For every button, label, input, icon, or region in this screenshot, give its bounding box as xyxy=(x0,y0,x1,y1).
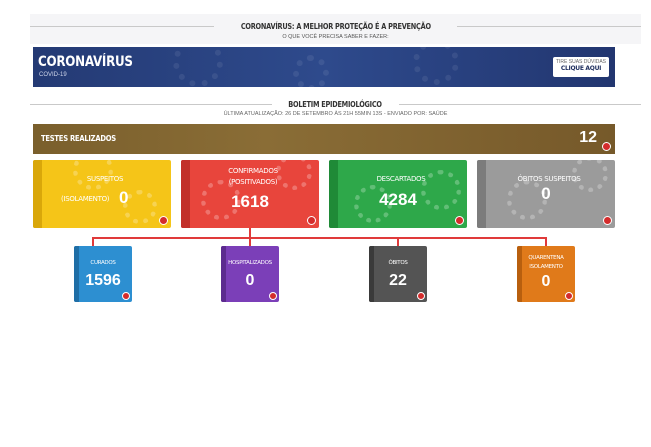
tests-label: TESTES REALIZADOS xyxy=(41,134,116,143)
info-badge-icon[interactable] xyxy=(307,216,316,225)
virus-decoration-icon xyxy=(293,55,329,87)
info-badge-icon[interactable] xyxy=(159,216,168,225)
card-value: 0 xyxy=(245,272,255,289)
info-badge-icon[interactable] xyxy=(565,292,573,300)
divider xyxy=(30,103,273,105)
info-badge-icon[interactable] xyxy=(603,216,612,225)
connector-line xyxy=(545,237,547,246)
divider xyxy=(457,25,641,27)
card-hospitalized: HOSPITALIZADOS 0 xyxy=(221,246,279,302)
doubts-button-label: CLIQUE AQUI xyxy=(560,65,602,72)
banner-title: CORONAVÍRUS xyxy=(38,54,133,70)
card-label: QUARENTENA xyxy=(528,255,564,261)
bulletin-heading: BOLETIM EPIDEMIOLÓGICO xyxy=(30,98,641,110)
card-value: 0 xyxy=(541,273,551,290)
divider xyxy=(398,103,641,105)
connector-line xyxy=(92,237,547,239)
tests-performed-bar: TESTES REALIZADOS 12 xyxy=(33,124,615,154)
divider xyxy=(30,25,214,27)
card-suspects: SUSPEITOS (ISOLAMENTO) 0 xyxy=(33,160,171,228)
card-label: DESCARTADOS xyxy=(376,175,426,183)
card-discarded: DESCARTADOS 4284 xyxy=(329,160,467,228)
virus-decoration-icon xyxy=(173,47,223,87)
card-value: 4284 xyxy=(379,190,417,209)
page-subtitle: O QUE VOCÊ PRECISA SABER E FAZER: xyxy=(282,34,389,40)
card-label: ÓBITOS SUSPEITOS xyxy=(517,175,581,183)
card-suspected-deaths: ÓBITOS SUSPEITOS 0 xyxy=(477,160,615,228)
bulletin-update-info: ÚLTIMA ATUALIZAÇÃO: 26 DE SETEMBRO ÀS 21… xyxy=(223,111,448,117)
card-quarantine: QUARENTENA ISOLAMENTO 0 xyxy=(517,246,575,302)
bulletin-title: BOLETIM EPIDEMIOLÓGICO xyxy=(288,99,383,109)
info-badge-icon[interactable] xyxy=(269,292,277,300)
card-label: CURADOS xyxy=(90,260,116,266)
card-value: 0 xyxy=(541,184,551,203)
top-heading: CORONAVÍRUS: A MELHOR PROTEÇÃO É A PREVE… xyxy=(30,20,641,32)
doubts-button[interactable]: TIRE SUAS DÚVIDAS CLIQUE AQUI xyxy=(553,57,609,77)
card-value: 0 xyxy=(119,188,129,207)
card-label: CONFIRMADOS xyxy=(228,167,278,175)
virus-decoration-icon xyxy=(413,47,459,85)
connector-line xyxy=(249,237,251,246)
info-badge-icon[interactable] xyxy=(417,292,425,300)
card-label: HOSPITALIZADOS xyxy=(228,260,272,266)
connector-line xyxy=(92,237,94,246)
info-badge-icon[interactable] xyxy=(455,216,464,225)
page-title: CORONAVÍRUS: A MELHOR PROTEÇÃO É A PREVE… xyxy=(240,21,431,31)
card-label-secondary: (ISOLAMENTO) xyxy=(61,195,110,203)
info-badge-icon[interactable] xyxy=(602,142,611,151)
info-badge-icon[interactable] xyxy=(122,292,130,300)
card-value: 1618 xyxy=(231,192,269,211)
card-value: 22 xyxy=(389,272,407,289)
card-deaths: ÓBITOS 22 xyxy=(369,246,427,302)
card-label: ÓBITOS xyxy=(388,260,408,266)
connector-line xyxy=(397,237,399,246)
card-confirmed: CONFIRMADOS (POSITIVADOS) 1618 xyxy=(181,160,319,228)
card-label-secondary: ISOLAMENTO xyxy=(529,264,563,270)
card-edge xyxy=(33,160,42,228)
card-value: 1596 xyxy=(85,272,121,289)
card-label-secondary: (POSITIVADOS) xyxy=(228,178,278,186)
card-label: SUSPEITOS xyxy=(86,175,124,183)
banner-subtitle: COVID-19 xyxy=(39,72,67,78)
tests-value: 12 xyxy=(579,129,597,146)
card-recovered: CURADOS 1596 xyxy=(74,246,132,302)
coronavirus-banner: CORONAVÍRUS COVID-19 TIRE SUAS DÚVIDAS C… xyxy=(33,47,615,87)
